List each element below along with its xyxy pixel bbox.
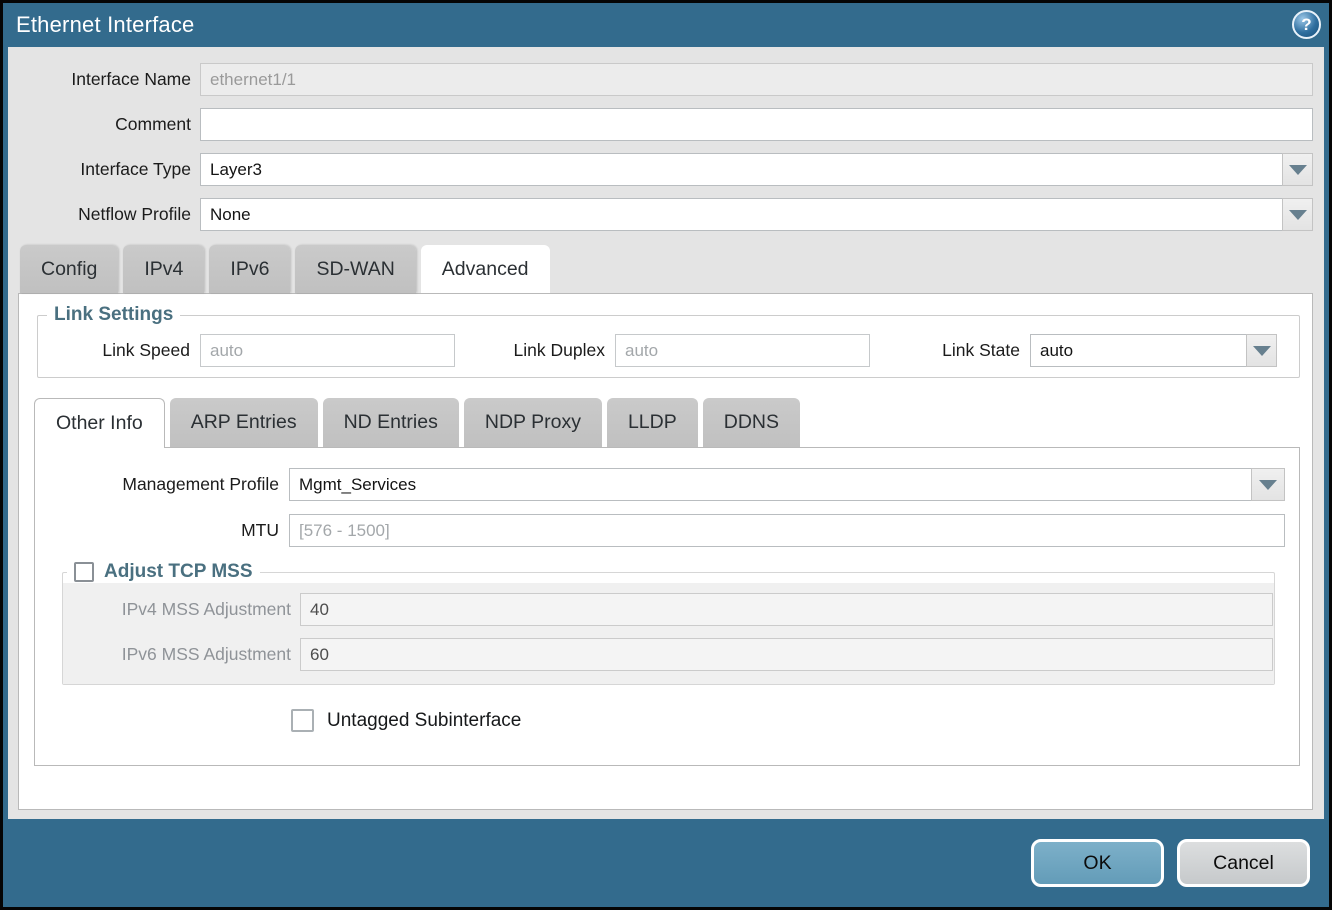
ethernet-interface-dialog: Ethernet Interface ? Interface Name Comm…	[0, 0, 1332, 910]
chevron-down-icon	[1253, 346, 1271, 356]
subtab-ndp-proxy[interactable]: NDP Proxy	[464, 398, 602, 447]
other-info-panel: Management Profile MTU	[34, 447, 1300, 766]
tab-config[interactable]: Config	[20, 245, 118, 293]
interface-type-input[interactable]	[200, 153, 1283, 186]
subtab-nd-entries[interactable]: ND Entries	[323, 398, 459, 447]
ipv4-mss-input	[300, 593, 1273, 626]
management-profile-label: Management Profile	[35, 474, 289, 495]
subtab-ddns[interactable]: DDNS	[703, 398, 800, 447]
mss-disabled-box: IPv4 MSS Adjustment IPv6 MSS Adjustment	[63, 583, 1274, 684]
ipv6-mss-input	[300, 638, 1273, 671]
ipv4-mss-label: IPv4 MSS Adjustment	[63, 599, 300, 620]
footer-bar: OK Cancel	[3, 819, 1329, 907]
tab-ipv4[interactable]: IPv4	[123, 245, 204, 293]
adjust-tcp-mss-fieldset: Adjust TCP MSS IPv4 MSS Adjustment IPv6 …	[62, 561, 1275, 685]
cancel-button[interactable]: Cancel	[1177, 839, 1310, 887]
adjust-tcp-mss-legend: Adjust TCP MSS	[67, 561, 260, 583]
ipv6-mss-label: IPv6 MSS Adjustment	[63, 644, 300, 665]
ipv6-mss-row: IPv6 MSS Adjustment	[63, 638, 1274, 671]
ok-button[interactable]: OK	[1031, 839, 1164, 887]
subtab-other-info[interactable]: Other Info	[34, 398, 165, 448]
management-profile-dropdown-button[interactable]	[1251, 468, 1285, 501]
adjust-tcp-mss-label: Adjust TCP MSS	[104, 561, 253, 583]
chevron-down-icon	[1289, 210, 1307, 220]
link-settings-fieldset: Link Settings Link Speed Link Duplex Lin…	[37, 304, 1300, 378]
interface-type-label: Interface Type	[8, 159, 200, 180]
untagged-subinterface-label: Untagged Subinterface	[327, 710, 521, 732]
link-settings-legend: Link Settings	[47, 304, 180, 326]
chevron-down-icon	[1259, 480, 1277, 490]
untagged-subinterface-row: Untagged Subinterface	[35, 709, 1299, 732]
netflow-profile-row: Netflow Profile	[8, 198, 1313, 231]
netflow-profile-label: Netflow Profile	[8, 204, 200, 225]
link-duplex-label: Link Duplex	[455, 340, 615, 361]
help-icon[interactable]: ?	[1292, 10, 1321, 39]
comment-input[interactable]	[200, 108, 1313, 141]
mtu-row: MTU	[35, 514, 1285, 547]
link-speed-input[interactable]	[200, 334, 455, 367]
sub-tabs: Other Info ARP Entries ND Entries NDP Pr…	[19, 398, 1312, 447]
comment-label: Comment	[8, 114, 200, 135]
tab-sdwan[interactable]: SD-WAN	[295, 245, 415, 293]
dialog-body: Interface Name Comment Interface Type Ne…	[8, 47, 1324, 819]
management-profile-input[interactable]	[289, 468, 1252, 501]
link-state-label: Link State	[870, 340, 1030, 361]
main-tabs: Config IPv4 IPv6 SD-WAN Advanced	[8, 245, 1324, 293]
interface-name-input	[200, 63, 1313, 96]
titlebar: Ethernet Interface ?	[3, 3, 1329, 47]
interface-type-dropdown-button[interactable]	[1282, 153, 1313, 186]
adjust-tcp-mss-checkbox[interactable]	[74, 562, 94, 582]
interface-name-label: Interface Name	[8, 69, 200, 90]
mtu-label: MTU	[35, 520, 289, 541]
link-duplex-input[interactable]	[615, 334, 870, 367]
subtab-arp-entries[interactable]: ARP Entries	[170, 398, 318, 447]
advanced-panel: Link Settings Link Speed Link Duplex Lin…	[18, 293, 1313, 810]
tab-advanced[interactable]: Advanced	[421, 245, 550, 293]
link-state-input[interactable]	[1030, 334, 1247, 367]
link-settings-row: Link Speed Link Duplex Link State	[38, 334, 1299, 367]
window-title: Ethernet Interface	[16, 12, 194, 38]
comment-row: Comment	[8, 108, 1313, 141]
mtu-input[interactable]	[289, 514, 1285, 547]
link-speed-label: Link Speed	[38, 340, 200, 361]
chevron-down-icon	[1289, 165, 1307, 175]
untagged-subinterface-checkbox[interactable]	[291, 709, 314, 732]
subtab-lldp[interactable]: LLDP	[607, 398, 698, 447]
tab-ipv6[interactable]: IPv6	[209, 245, 290, 293]
ipv4-mss-row: IPv4 MSS Adjustment	[63, 593, 1274, 626]
interface-name-row: Interface Name	[8, 63, 1313, 96]
link-state-dropdown-button[interactable]	[1246, 334, 1277, 367]
netflow-profile-dropdown-button[interactable]	[1282, 198, 1313, 231]
management-profile-row: Management Profile	[35, 468, 1285, 501]
netflow-profile-input[interactable]	[200, 198, 1283, 231]
interface-type-row: Interface Type	[8, 153, 1313, 186]
